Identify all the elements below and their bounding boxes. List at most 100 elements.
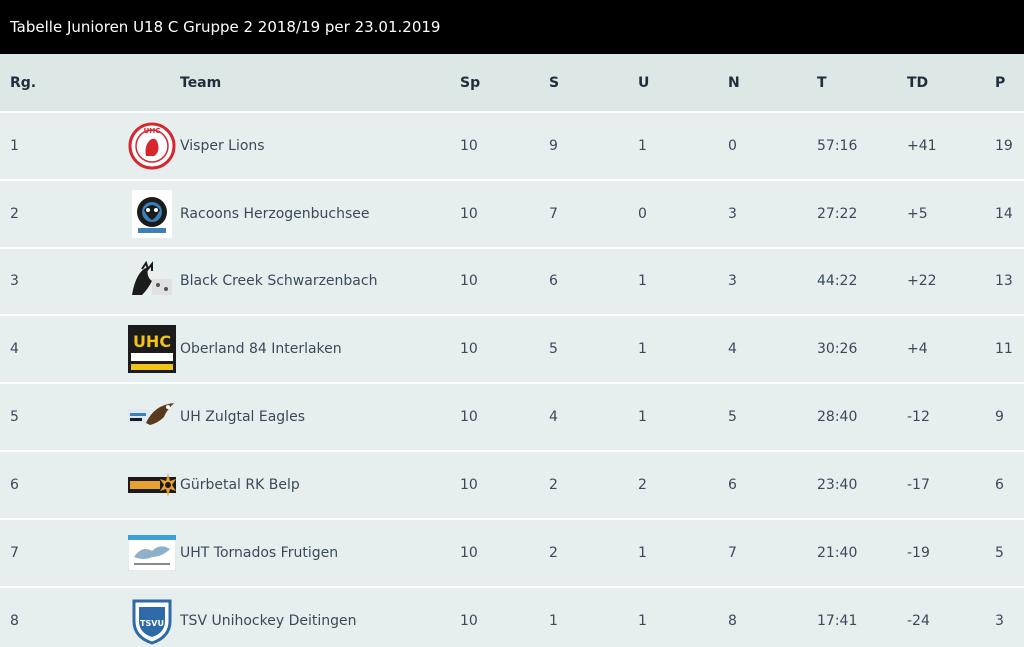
team-name: UH Zulgtal Eagles — [180, 409, 305, 426]
s-cell: 5 — [549, 341, 558, 358]
team-name: UHT Tornados Frutigen — [180, 544, 339, 561]
sp-cell: 10 — [460, 341, 478, 358]
s-cell: 1 — [549, 612, 558, 629]
td-cell: +41 — [907, 137, 937, 154]
standings-table: Rg. Team Sp S U N T TD P 1 UHC Visper Li… — [0, 54, 1024, 647]
rank-cell: 5 — [10, 409, 19, 426]
tornados-logo-icon — [128, 529, 176, 577]
team-name: Oberland 84 Interlaken — [180, 341, 342, 358]
table-title: Tabelle Junioren U18 C Gruppe 2 2018/19 … — [0, 0, 1024, 54]
n-cell: 8 — [728, 612, 737, 629]
p-cell: 11 — [995, 341, 1013, 358]
header-p[interactable]: P — [995, 54, 1024, 112]
u-cell: 1 — [638, 544, 647, 561]
t-cell: 30:26 — [817, 341, 858, 358]
n-cell: 3 — [728, 273, 737, 290]
p-cell: 5 — [995, 544, 1004, 561]
t-cell: 21:40 — [817, 544, 858, 561]
black-creek-logo-icon — [128, 257, 176, 305]
team-cell[interactable]: UHC Oberland 84 Interlaken — [128, 315, 460, 383]
sp-cell: 10 — [460, 273, 478, 290]
team-cell[interactable]: UHC Visper Lions — [128, 112, 460, 180]
td-cell: -12 — [907, 409, 930, 426]
header-team[interactable]: Team — [128, 54, 460, 112]
n-cell: 3 — [728, 205, 737, 222]
header-rank[interactable]: Rg. — [0, 54, 128, 112]
guerbetal-logo-icon — [128, 461, 176, 509]
u-cell: 1 — [638, 137, 647, 154]
svg-text:UHC: UHC — [133, 332, 171, 351]
team-cell[interactable]: TSVU TSV Unihockey Deitingen — [128, 587, 460, 647]
p-cell: 3 — [995, 612, 1004, 629]
team-name: Visper Lions — [180, 137, 265, 154]
sp-cell: 10 — [460, 612, 478, 629]
team-cell[interactable]: Racoons Herzogenbuchsee — [128, 180, 460, 248]
sp-cell: 10 — [460, 476, 478, 493]
s-cell: 7 — [549, 205, 558, 222]
td-cell: -19 — [907, 544, 930, 561]
header-n[interactable]: N — [728, 54, 817, 112]
rank-cell: 4 — [10, 341, 19, 358]
td-cell: +22 — [907, 273, 937, 290]
td-cell: -17 — [907, 476, 930, 493]
header-u[interactable]: U — [638, 54, 728, 112]
svg-text:TSVU: TSVU — [140, 619, 164, 628]
p-cell: 13 — [995, 273, 1013, 290]
u-cell: 1 — [638, 341, 647, 358]
header-s[interactable]: S — [549, 54, 638, 112]
team-cell[interactable]: Black Creek Schwarzenbach — [128, 248, 460, 316]
team-name: Black Creek Schwarzenbach — [180, 273, 378, 290]
table-row: 7 UHT Tornados Frutigen 10 2 1 7 21:40 -… — [0, 518, 1024, 587]
s-cell: 4 — [549, 409, 558, 426]
t-cell: 23:40 — [817, 476, 858, 493]
team-cell[interactable]: UHT Tornados Frutigen — [128, 519, 460, 587]
table-row: 4 UHC Oberland 84 Interlaken 10 5 1 4 30… — [0, 315, 1024, 384]
s-cell: 2 — [549, 544, 558, 561]
n-cell: 4 — [728, 341, 737, 358]
t-cell: 44:22 — [817, 273, 858, 290]
header-t[interactable]: T — [817, 54, 907, 112]
u-cell: 0 — [638, 205, 647, 222]
header-sp[interactable]: Sp — [460, 54, 549, 112]
team-name: Racoons Herzogenbuchsee — [180, 205, 370, 222]
td-cell: -24 — [907, 612, 930, 629]
team-cell[interactable]: UH Zulgtal Eagles — [128, 383, 460, 451]
t-cell: 28:40 — [817, 409, 858, 426]
rank-cell: 3 — [10, 273, 19, 290]
table-row: 6 Gürbetal RK Belp 10 2 2 6 23:40 -17 6 — [0, 450, 1024, 519]
td-cell: +4 — [907, 341, 928, 358]
visper-lions-logo-icon: UHC — [128, 122, 176, 170]
n-cell: 0 — [728, 137, 737, 154]
team-name: Gürbetal RK Belp — [180, 476, 300, 493]
s-cell: 2 — [549, 476, 558, 493]
deitingen-logo-icon: TSVU — [128, 597, 176, 645]
oberland-logo-icon: UHC — [128, 325, 176, 374]
sp-cell: 10 — [460, 137, 478, 154]
u-cell: 1 — [638, 409, 647, 426]
table-row: 8 TSVU TSV Unihockey Deitingen 10 1 1 8 — [0, 586, 1024, 647]
td-cell: +5 — [907, 205, 928, 222]
table-header-row: Rg. Team Sp S U N T TD P — [0, 54, 1024, 112]
rank-cell: 8 — [10, 612, 19, 629]
sp-cell: 10 — [460, 205, 478, 222]
p-cell: 6 — [995, 476, 1004, 493]
sp-cell: 10 — [460, 544, 478, 561]
rank-cell: 2 — [10, 205, 19, 222]
header-td[interactable]: TD — [907, 54, 995, 112]
svg-text:UHC: UHC — [144, 127, 161, 135]
t-cell: 27:22 — [817, 205, 858, 222]
t-cell: 17:41 — [817, 612, 858, 629]
team-name: TSV Unihockey Deitingen — [180, 612, 357, 629]
p-cell: 19 — [995, 137, 1013, 154]
team-cell[interactable]: Gürbetal RK Belp — [128, 451, 460, 519]
racoons-logo-icon — [128, 189, 176, 238]
p-cell: 9 — [995, 409, 1004, 426]
table-row: 3 Black Creek Schwarzenbach 10 6 1 3 44:… — [0, 247, 1024, 316]
u-cell: 2 — [638, 476, 647, 493]
sp-cell: 10 — [460, 409, 478, 426]
n-cell: 7 — [728, 544, 737, 561]
n-cell: 5 — [728, 409, 737, 426]
rank-cell: 6 — [10, 476, 19, 493]
rank-cell: 1 — [10, 137, 19, 154]
s-cell: 9 — [549, 137, 558, 154]
